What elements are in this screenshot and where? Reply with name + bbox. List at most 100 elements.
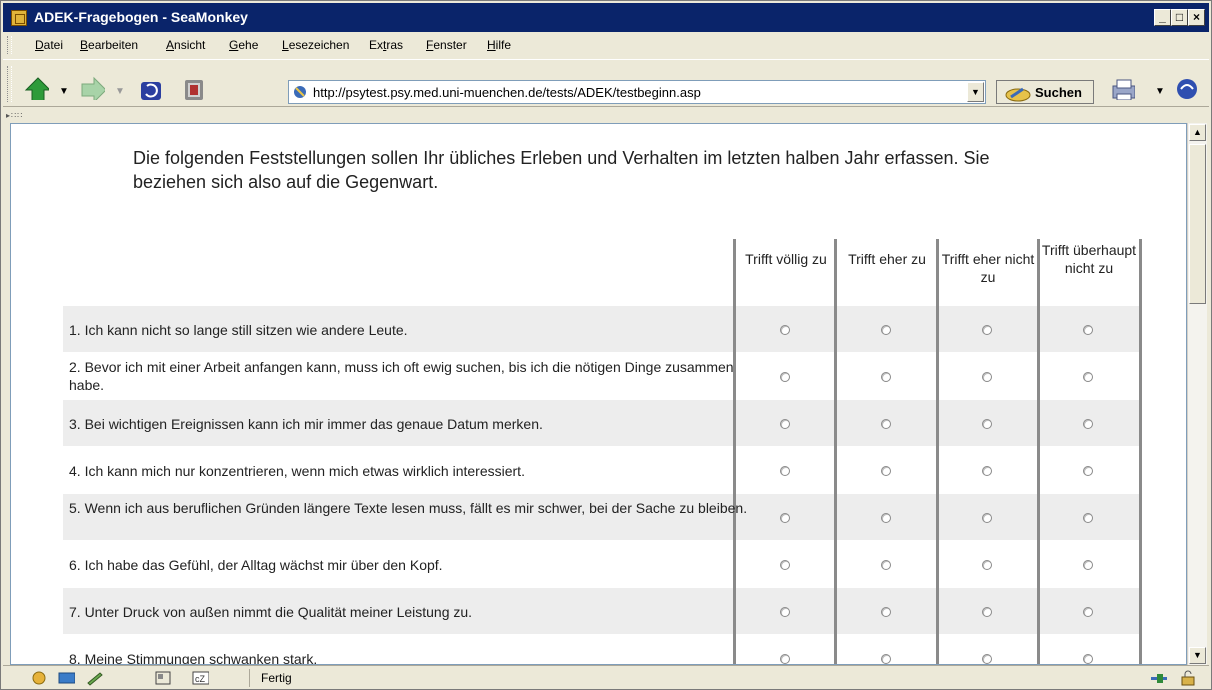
answer-radio[interactable] (780, 372, 790, 382)
answer-radio[interactable] (982, 560, 992, 570)
answer-radio[interactable] (881, 513, 891, 523)
answer-radio[interactable] (780, 466, 790, 476)
answer-radio[interactable] (780, 654, 790, 664)
column-header-ueberhaupt-nicht: Trifft überhaupt nicht zu (1041, 242, 1137, 276)
question-text: 6. Ich habe das Gefühl, der Alltag wächs… (69, 557, 443, 573)
menu-extras[interactable]: Extras (369, 38, 403, 52)
status-separator (249, 669, 250, 687)
answer-radio[interactable] (881, 654, 891, 664)
menu-fenster[interactable]: Fenster (426, 38, 467, 52)
answer-radio[interactable] (881, 325, 891, 335)
table-row: 7. Unter Druck von außen nimmt die Quali… (63, 588, 1141, 634)
menu-lesezeichen[interactable]: Lesezeichen (282, 38, 349, 52)
column-header-eher: Trifft eher zu (848, 251, 926, 267)
menubar-grip[interactable] (7, 36, 12, 54)
composer-icon[interactable] (85, 670, 103, 686)
answer-radio[interactable] (881, 419, 891, 429)
url-bar[interactable]: http://psytest.psy.med.uni-muenchen.de/t… (288, 80, 986, 104)
answer-radio[interactable] (780, 560, 790, 570)
table-row: 2. Bevor ich mit einer Arbeit anfangen k… (63, 353, 1141, 399)
answer-radio[interactable] (982, 419, 992, 429)
answer-radio[interactable] (881, 560, 891, 570)
page-favicon-icon (294, 86, 306, 98)
answer-radio[interactable] (780, 513, 790, 523)
question-text: 1. Ich kann nicht so lange still sitzen … (69, 322, 408, 338)
navigator-icon[interactable] (29, 670, 47, 686)
url-history-dropdown-icon[interactable]: ▼ (967, 82, 984, 102)
answer-radio[interactable] (982, 513, 992, 523)
table-row: 8. Meine Stimmungen schwanken stark. (63, 635, 1141, 665)
maximize-button[interactable]: □ (1171, 9, 1188, 26)
answer-radio[interactable] (780, 325, 790, 335)
seamonkey-app-icon (11, 10, 27, 26)
menu-datei[interactable]: Datei (35, 38, 63, 52)
menu-hilfe[interactable]: Hilfe (487, 38, 511, 52)
answer-radio[interactable] (780, 419, 790, 429)
answer-radio[interactable] (1083, 325, 1093, 335)
minimize-button[interactable]: _ (1154, 9, 1171, 26)
throbber-icon[interactable] (1175, 77, 1201, 101)
title-bar: ADEK-Fragebogen - SeaMonkey _ □ × (3, 3, 1209, 32)
tab-strip-grip-icon[interactable]: ▸∷∷ (6, 111, 23, 120)
column-header-voellig: Trifft völlig zu (745, 251, 827, 267)
answer-radio[interactable] (982, 466, 992, 476)
vertical-scrollbar[interactable]: ▲ ▼ (1187, 123, 1207, 665)
answer-radio[interactable] (982, 372, 992, 382)
security-lock-icon[interactable] (1179, 670, 1197, 686)
answer-radio[interactable] (1083, 372, 1093, 382)
page-content: Die folgenden Feststellungen sollen Ihr … (10, 123, 1187, 665)
answer-radio[interactable] (780, 607, 790, 617)
window-title: ADEK-Fragebogen - SeaMonkey (34, 9, 248, 25)
menu-bearbeiten[interactable]: Bearbeiten (80, 38, 138, 52)
address-book-icon[interactable] (153, 670, 171, 686)
search-button-label: Suchen (1035, 85, 1082, 100)
menu-ansicht[interactable]: Ansicht (166, 38, 205, 52)
intro-text: Die folgenden Feststellungen sollen Ihr … (133, 148, 990, 192)
answer-radio[interactable] (982, 654, 992, 664)
tab-strip: ▸∷∷ (3, 107, 1209, 123)
answer-radio[interactable] (881, 466, 891, 476)
menu-gehe[interactable]: Gehe (229, 38, 258, 52)
status-text: Fertig (261, 671, 292, 685)
search-button[interactable]: Suchen (996, 80, 1094, 104)
table-row: 6. Ich habe das Gefühl, der Alltag wächs… (63, 541, 1141, 587)
answer-radio[interactable] (1083, 419, 1093, 429)
answer-radio[interactable] (1083, 513, 1093, 523)
table-row: 4. Ich kann mich nur konzentrieren, wenn… (63, 447, 1141, 493)
question-text: 8. Meine Stimmungen schwanken stark. (69, 651, 318, 665)
scroll-up-icon[interactable]: ▲ (1189, 124, 1206, 141)
status-bar: cZ Fertig (3, 665, 1209, 689)
table-row: 5. Wenn ich aus beruflichen Gründen läng… (63, 494, 1141, 540)
toolbar-grip[interactable] (7, 66, 12, 102)
back-history-dropdown-icon[interactable]: ▼ (59, 86, 69, 97)
mail-icon[interactable] (57, 670, 75, 686)
answer-radio[interactable] (1083, 607, 1093, 617)
answer-radio[interactable] (1083, 560, 1093, 570)
svg-text:cZ: cZ (195, 674, 206, 684)
stop-icon[interactable] (179, 76, 205, 100)
scrollbar-thumb[interactable] (1189, 144, 1206, 304)
scroll-down-icon[interactable]: ▼ (1189, 647, 1206, 664)
question-text: 3. Bei wichtigen Ereignissen kann ich mi… (69, 416, 543, 432)
print-dropdown-icon[interactable]: ▼ (1155, 86, 1165, 97)
answer-radio[interactable] (982, 607, 992, 617)
forward-history-dropdown-icon[interactable]: ▼ (115, 86, 125, 97)
answer-radio[interactable] (1083, 654, 1093, 664)
reload-icon[interactable] (137, 76, 163, 100)
close-button[interactable]: × (1188, 9, 1205, 26)
question-text: 4. Ich kann mich nur konzentrieren, wenn… (69, 463, 525, 479)
url-text: http://psytest.psy.med.uni-muenchen.de/t… (313, 85, 701, 100)
online-status-icon[interactable] (1149, 670, 1167, 686)
browser-window: ADEK-Fragebogen - SeaMonkey _ □ × Datei … (0, 0, 1212, 690)
answer-radio[interactable] (1083, 466, 1093, 476)
answer-radio[interactable] (881, 372, 891, 382)
print-icon[interactable] (1109, 76, 1135, 100)
table-row: 3. Bei wichtigen Ereignissen kann ich mi… (63, 400, 1141, 446)
navigation-toolbar: ▼ ▼ http://psytest.psy.med.uni-muenchen.… (3, 59, 1209, 107)
question-text: 5. Wenn ich aus beruflichen Gründen läng… (69, 500, 748, 516)
answer-radio[interactable] (982, 325, 992, 335)
answer-radio[interactable] (881, 607, 891, 617)
forward-icon[interactable] (79, 76, 105, 100)
back-icon[interactable] (23, 76, 49, 100)
chatzilla-icon[interactable]: cZ (191, 670, 209, 686)
